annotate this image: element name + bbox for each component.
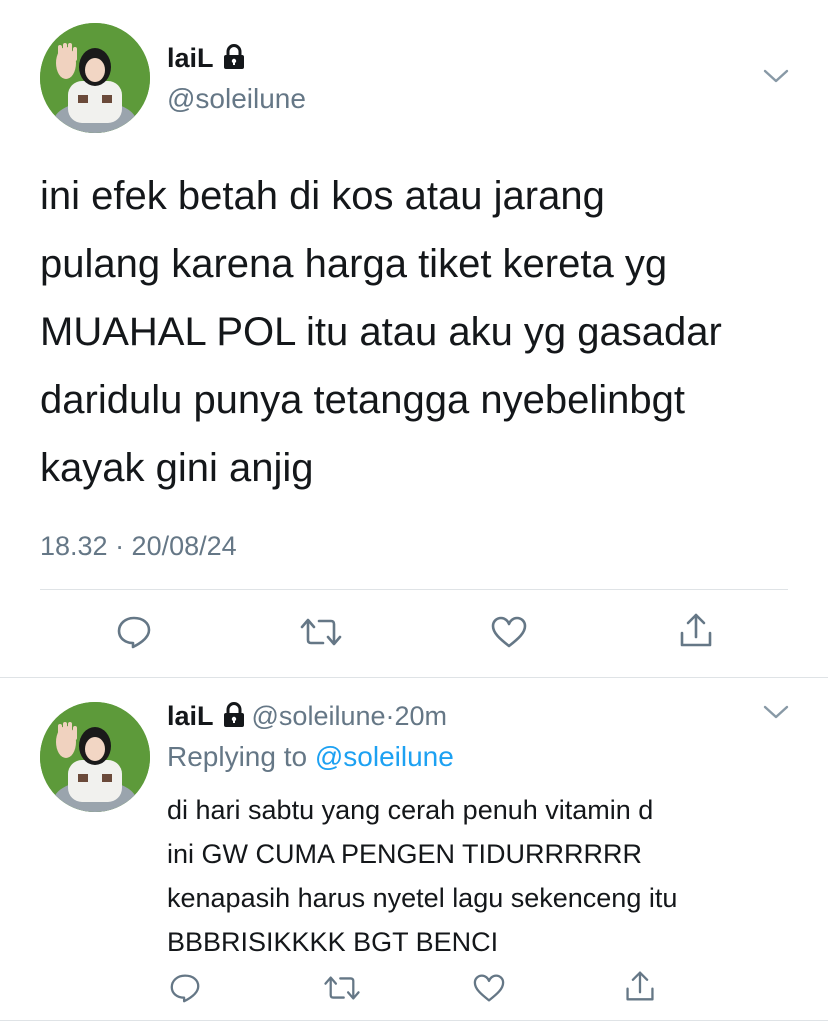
display-name: laiL [167, 43, 214, 73]
reply-author-line: laiL @soleilune·20m [167, 698, 447, 737]
chevron-down-icon[interactable] [763, 68, 789, 89]
heart-icon [473, 974, 505, 1002]
tweet-text-line: MUAHAL POL itu atau aku yg gasadar [40, 310, 722, 354]
tweet-text-line: pulang karena harga tiket kereta yg [40, 242, 668, 286]
author-handle[interactable]: @soleilune [252, 701, 386, 731]
tweet-text-line: daridulu punya tetangga nyebelinbgt [40, 378, 685, 422]
lock-icon [222, 701, 246, 737]
share-button[interactable] [616, 962, 664, 1010]
replying-to-mention[interactable]: @soleilune [315, 741, 454, 772]
tweet-timestamp[interactable]: 18.32 · 20/08/24 [40, 528, 237, 564]
divider [0, 1020, 828, 1021]
comment-icon [117, 616, 151, 649]
avatar-image [40, 702, 150, 812]
chevron-down-icon[interactable] [763, 704, 789, 725]
tweet-text: ini efek betah di kos atau jarang pulang… [40, 162, 800, 502]
retweet-button[interactable] [297, 608, 345, 656]
avatar[interactable] [40, 23, 150, 133]
replying-to: Replying to @soleilune [167, 739, 454, 775]
reply-button[interactable] [161, 964, 209, 1012]
tweet-text-line: kayak gini anjig [40, 446, 314, 490]
author-name[interactable]: laiL [167, 40, 246, 79]
reply-tweet-text: di hari sabtu yang cerah penuh vitamin d… [167, 788, 807, 964]
retweet-icon [300, 618, 342, 646]
display-name[interactable]: laiL [167, 701, 214, 731]
separator: · [385, 701, 395, 731]
lock-icon [222, 43, 246, 79]
tweet-age[interactable]: 20m [395, 701, 448, 731]
share-button[interactable] [672, 606, 720, 654]
heart-icon [491, 616, 527, 648]
author-handle[interactable]: @soleilune [167, 81, 306, 117]
divider [40, 589, 788, 590]
like-button[interactable] [485, 608, 533, 656]
retweet-button[interactable] [318, 964, 366, 1012]
main-tweet: laiL @soleilune ini efek betah di kos at… [0, 0, 828, 678]
share-icon [626, 971, 654, 1001]
tweet-text-line: ini efek betah di kos atau jarang [40, 174, 605, 218]
avatar[interactable] [40, 702, 150, 812]
replying-to-label: Replying to [167, 741, 308, 772]
retweet-icon [324, 976, 360, 1000]
like-button[interactable] [465, 964, 513, 1012]
reply-text-line: ini GW CUMA PENGEN TIDURRRRRR [167, 839, 643, 869]
avatar-image [40, 23, 150, 133]
share-icon [680, 613, 712, 647]
reply-text-line: di hari sabtu yang cerah penuh vitamin d [167, 795, 654, 825]
reply-text-line: BBBRISIKKKK BGT BENCI [167, 927, 499, 957]
comment-icon [170, 974, 200, 1003]
reply-text-line: kenapasih harus nyetel lagu sekenceng it… [167, 883, 678, 913]
reply-button[interactable] [110, 608, 158, 656]
